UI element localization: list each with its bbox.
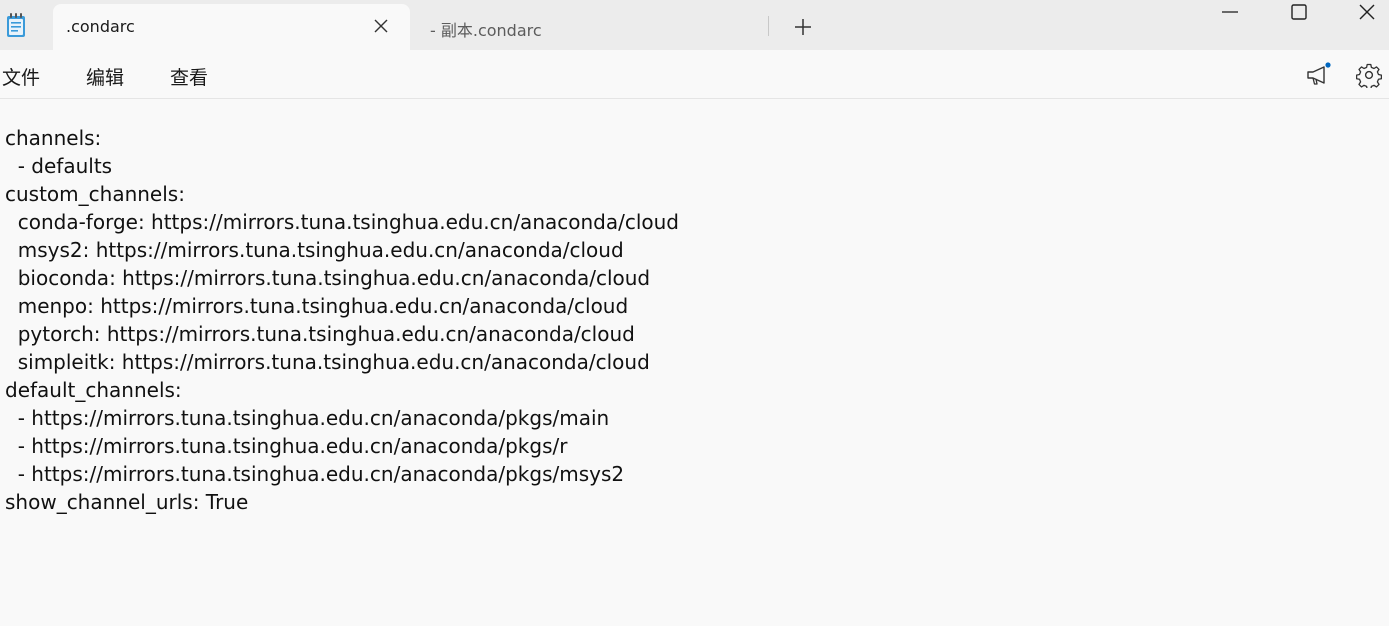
close-icon	[1359, 4, 1375, 20]
maximize-button[interactable]	[1275, 0, 1321, 28]
editor-line: custom_channels:	[5, 182, 185, 206]
close-tab-icon[interactable]	[372, 17, 390, 35]
editor-line: channels:	[5, 126, 102, 150]
editor-line: pytorch: https://mirrors.tuna.tsinghua.e…	[5, 322, 635, 346]
editor-line: - defaults	[5, 154, 113, 178]
notepad-icon	[6, 12, 26, 38]
maximize-icon	[1291, 4, 1307, 20]
plus-icon[interactable]	[792, 16, 814, 38]
tab-copy-condarc[interactable]: - 副本.condarc	[414, 4, 770, 50]
editor-line: - https://mirrors.tuna.tsinghua.edu.cn/a…	[5, 462, 625, 486]
editor-line: msys2: https://mirrors.tuna.tsinghua.edu…	[5, 238, 624, 262]
menu-bar: 文件 编辑 查看	[0, 50, 1389, 99]
menu-view[interactable]: 查看	[170, 63, 208, 90]
text-editor[interactable]: channels: - defaults custom_channels: co…	[0, 99, 1389, 626]
gear-icon[interactable]	[1355, 62, 1383, 90]
editor-line: default_channels:	[5, 378, 182, 402]
close-window-button[interactable]	[1343, 0, 1389, 28]
editor-line: menpo: https://mirrors.tuna.tsinghua.edu…	[5, 294, 629, 318]
minimize-button[interactable]	[1206, 0, 1252, 28]
editor-content[interactable]: channels: - defaults custom_channels: co…	[5, 124, 679, 516]
megaphone-icon[interactable]	[1305, 62, 1331, 88]
editor-line: simpleitk: https://mirrors.tuna.tsinghua…	[5, 350, 650, 374]
tab-label: .condarc	[66, 17, 135, 36]
editor-line: conda-forge: https://mirrors.tuna.tsingh…	[5, 210, 680, 234]
editor-line: - https://mirrors.tuna.tsinghua.edu.cn/a…	[5, 434, 568, 458]
tab-separator	[768, 16, 769, 36]
minimize-icon	[1222, 11, 1238, 13]
tab-condarc[interactable]: .condarc	[53, 4, 410, 50]
tab-label: - 副本.condarc	[430, 21, 542, 40]
editor-line: - https://mirrors.tuna.tsinghua.edu.cn/a…	[5, 406, 610, 430]
editor-line: show_channel_urls: True	[5, 490, 249, 514]
editor-line: bioconda: https://mirrors.tuna.tsinghua.…	[5, 266, 651, 290]
title-bar: .condarc - 副本.condarc	[0, 0, 1389, 50]
menu-edit[interactable]: 编辑	[86, 63, 124, 90]
notification-dot	[1325, 62, 1331, 68]
menu-file[interactable]: 文件	[2, 63, 40, 90]
